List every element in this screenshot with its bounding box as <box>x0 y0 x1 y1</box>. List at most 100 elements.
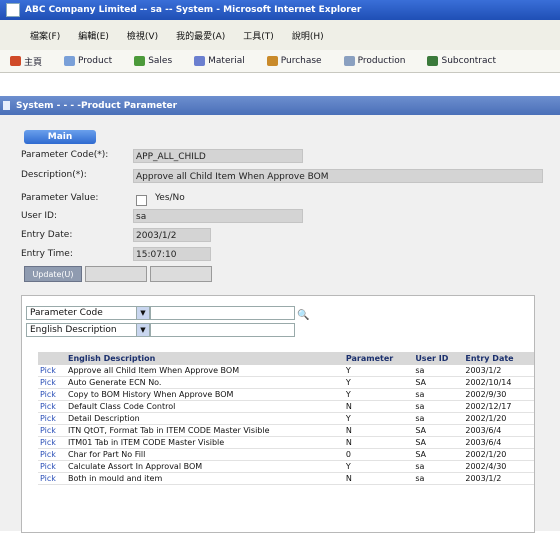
entry-date-field: 2003/1/2 <box>133 228 211 242</box>
code-field[interactable]: APP_ALL_CHILD <box>133 149 303 163</box>
header-user-id[interactable]: User ID <box>413 352 464 365</box>
action-button-2[interactable] <box>85 266 147 282</box>
pick-link[interactable]: Pick <box>38 388 66 401</box>
main-panel: Main Parameter Code(*): APP_ALL_CHILD De… <box>0 115 560 533</box>
cell-parameter: 0 <box>343 448 414 461</box>
menu-favorites[interactable]: 我的最愛(A) <box>176 29 225 42</box>
cell-description: Calculate Assort In Approval BOM <box>66 460 344 473</box>
material-icon <box>194 56 206 66</box>
cell-entry-date: 2003/1/2 <box>463 472 534 485</box>
table-row: Pick ITM01 Tab in ITEM CODE Master Visib… <box>38 436 534 449</box>
sales-icon <box>134 56 146 66</box>
menu-view[interactable]: 檢視(V) <box>127 29 158 42</box>
table-row: Pick Default Class Code Control N sa 200… <box>38 400 534 413</box>
module-label: Product <box>78 56 113 66</box>
module-home[interactable]: 主頁 <box>10 55 42 68</box>
pick-link[interactable]: Pick <box>38 460 66 473</box>
cell-entry-date: 2002/1/20 <box>463 412 534 425</box>
module-subcontract[interactable]: Subcontract <box>427 56 496 66</box>
cell-entry-date: 2002/1/20 <box>463 448 534 461</box>
param-value-checkbox[interactable] <box>136 195 147 206</box>
pick-link[interactable]: Pick <box>38 448 66 461</box>
pick-link[interactable]: Pick <box>38 376 66 389</box>
subcontract-icon <box>427 56 439 66</box>
header-pick <box>38 352 66 365</box>
module-production[interactable]: Production <box>343 56 406 66</box>
cell-entry-date: 2003/6/4 <box>463 436 534 449</box>
menu-bar: 檔案(F) 編輯(E) 檢視(V) 我的最愛(A) 工具(T) 說明(H) <box>0 20 560 51</box>
module-label: Sales <box>148 56 173 66</box>
module-label: Production <box>357 56 406 66</box>
chevron-down-icon: ▼ <box>136 324 149 336</box>
header-description[interactable]: English Description <box>66 352 344 365</box>
update-button[interactable]: Update(U) <box>24 266 82 282</box>
table-row: Pick ITN QtOT, Format Tab in ITEM CODE M… <box>38 424 534 437</box>
tab-main[interactable]: Main <box>24 130 96 144</box>
user-id-field: sa <box>133 209 303 223</box>
pick-link[interactable]: Pick <box>38 472 66 485</box>
module-sales[interactable]: Sales <box>134 56 172 66</box>
window-title: ABC Company Limited -- sa -- System - Mi… <box>25 5 362 15</box>
cell-parameter: N <box>343 472 414 485</box>
production-icon <box>343 56 355 66</box>
search-field-select-2[interactable]: English Description ▼ <box>26 323 150 337</box>
purchase-icon <box>266 56 278 66</box>
description-field[interactable]: Approve all Child Item When Approve BOM <box>133 169 543 183</box>
action-button-3[interactable] <box>150 266 212 282</box>
select-value: Parameter Code <box>30 308 103 318</box>
cell-parameter: Y <box>343 412 414 425</box>
home-icon <box>10 56 21 66</box>
cell-description: Both in mould and item <box>66 472 344 485</box>
cell-user-id: sa <box>413 472 464 485</box>
table-row: Pick Copy to BOM History When Approve BO… <box>38 388 534 401</box>
module-product[interactable]: Product <box>64 56 112 66</box>
cell-entry-date: 2003/1/2 <box>463 365 534 377</box>
search-input-2[interactable] <box>150 323 295 337</box>
entry-time-field: 15:07:10 <box>133 247 211 261</box>
pick-link[interactable]: Pick <box>38 424 66 437</box>
cell-parameter: Y <box>343 365 414 377</box>
cell-user-id: SA <box>413 448 464 461</box>
cell-user-id: SA <box>413 436 464 449</box>
menu-edit[interactable]: 編輯(E) <box>78 29 109 42</box>
code-label: Parameter Code(*): <box>21 150 109 160</box>
cell-user-id: sa <box>413 400 464 413</box>
pick-link[interactable]: Pick <box>38 400 66 413</box>
browser-icon <box>6 3 20 17</box>
cell-description: Default Class Code Control <box>66 400 344 413</box>
search-input-1[interactable] <box>150 306 295 320</box>
cell-description: Char for Part No Fill <box>66 448 344 461</box>
cell-entry-date: 2002/9/30 <box>463 388 534 401</box>
pick-link[interactable]: Pick <box>38 365 66 377</box>
module-nav: 主頁 Product Sales Material Purchase Produ… <box>0 50 560 73</box>
cell-description: Detail Description <box>66 412 344 425</box>
pick-link[interactable]: Pick <box>38 412 66 425</box>
entry-time-label: Entry Time: <box>21 249 73 259</box>
pick-link[interactable]: Pick <box>38 436 66 449</box>
search-field-select-1[interactable]: Parameter Code ▼ <box>26 306 150 320</box>
module-label: Material <box>208 56 245 66</box>
cell-description: ITN QtOT, Format Tab in ITEM CODE Master… <box>66 424 344 437</box>
cell-entry-date: 2002/10/14 <box>463 376 534 389</box>
cell-entry-date: 2002/4/30 <box>463 460 534 473</box>
menu-tools[interactable]: 工具(T) <box>243 29 274 42</box>
cell-description: Approve all Child Item When Approve BOM <box>66 365 344 377</box>
module-purchase[interactable]: Purchase <box>266 56 322 66</box>
menu-help[interactable]: 說明(H) <box>292 29 324 42</box>
search-icon[interactable]: 🔍 <box>297 310 309 321</box>
select-value: English Description <box>30 325 117 335</box>
param-value-label: Parameter Value: <box>21 193 99 203</box>
cell-parameter: N <box>343 400 414 413</box>
cell-entry-date: 2002/12/17 <box>463 400 534 413</box>
product-icon <box>64 56 76 66</box>
header-entry-date[interactable]: Entry Date <box>463 352 534 365</box>
cell-parameter: N <box>343 424 414 437</box>
cell-user-id: sa <box>413 460 464 473</box>
table-row: Pick Calculate Assort In Approval BOM Y … <box>38 460 534 473</box>
menu-file[interactable]: 檔案(F) <box>30 29 60 42</box>
cell-entry-date: 2003/6/4 <box>463 424 534 437</box>
header-parameter[interactable]: Parameter <box>343 352 414 365</box>
cell-parameter: Y <box>343 388 414 401</box>
module-material[interactable]: Material <box>194 56 245 66</box>
page-header: System - - - -Product Parameter <box>0 96 560 115</box>
